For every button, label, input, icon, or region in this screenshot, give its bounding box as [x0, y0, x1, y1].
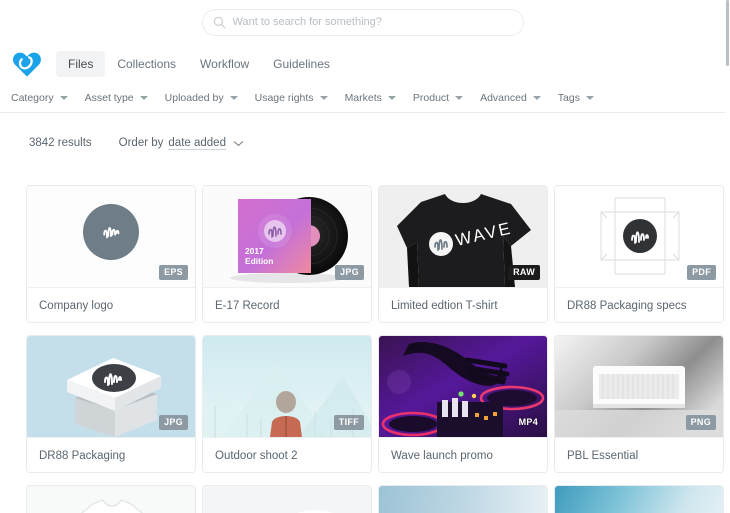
format-badge: JPG [159, 415, 188, 430]
chevron-down-icon [139, 95, 148, 100]
filter-label: Advanced [480, 91, 527, 104]
filter-category[interactable]: Category [11, 92, 68, 104]
filter-label: Asset type [84, 91, 134, 104]
teal-texture-art [555, 486, 723, 513]
waveform-mark-icon [103, 227, 120, 239]
filter-label: Markets [344, 91, 382, 104]
asset-title: Limited edtion T-shirt [379, 287, 547, 322]
search-row [0, 0, 725, 44]
chevron-down-icon [319, 95, 328, 100]
tab-files[interactable]: Files [56, 51, 106, 77]
format-badge: TIFF [333, 415, 364, 430]
asset-title: PBL Essential [555, 437, 723, 472]
asset-title: E-17 Record [203, 287, 371, 322]
asset-thumbnail: MP4 [379, 336, 547, 437]
search-icon [213, 16, 225, 28]
scrollbar-thumb[interactable] [726, 0, 729, 66]
format-badge: RAW [508, 265, 540, 280]
format-badge: MP4 [518, 417, 538, 427]
light-grey-illustration [203, 486, 371, 513]
svg-text:Edition: Edition [245, 256, 273, 266]
asset-card[interactable]: JPG DR88 Packaging [26, 335, 196, 473]
results-bar: 3842 results Order by date added [0, 113, 725, 173]
filter-product[interactable]: Product [412, 91, 464, 104]
asset-title: DR88 Packaging [27, 437, 195, 472]
asset-card[interactable]: WAVE RAW Limited edtion T-shirt [378, 185, 548, 323]
chevron-down-icon [585, 95, 594, 100]
tab-guidelines[interactable]: Guidelines [261, 51, 342, 77]
format-badge: PDF [687, 265, 716, 280]
asset-title: Outdoor shoot 2 [203, 437, 371, 472]
search-input[interactable] [232, 16, 513, 28]
asset-grid: EPS Company logo 2017 Edition JPG E-17 R… [0, 173, 725, 513]
format-badge: PNG [685, 415, 716, 430]
filter-label: Product [412, 91, 450, 104]
asset-title: Wave launch promo [379, 437, 547, 472]
heart-swoosh-logo-icon[interactable] [11, 48, 43, 80]
primary-nav: Files Collections Workflow Guidelines [0, 44, 725, 84]
filter-markets[interactable]: Markets [345, 92, 396, 104]
asset-thumbnail: 2017 Edition JPG [203, 186, 371, 287]
app-root: Files Collections Workflow Guidelines Ca… [0, 0, 730, 513]
asset-thumbnail [203, 486, 371, 513]
asset-title: DR88 Packaging specs [555, 287, 723, 322]
filter-label: Uploaded by [164, 91, 224, 104]
results-count: 3842 results [29, 137, 92, 149]
filter-advanced[interactable]: Advanced [480, 92, 541, 104]
filter-asset-type[interactable]: Asset type [85, 92, 148, 104]
asset-thumbnail: PDF [555, 186, 723, 287]
asset-title: Company logo [27, 287, 195, 322]
asset-card[interactable]: MP4 Wave launch promo [378, 335, 548, 473]
tshirt-outline-illustration [81, 499, 143, 513]
filter-label: Tags [557, 91, 580, 104]
chevron-down-icon [532, 95, 541, 100]
asset-thumbnail: JPG [27, 336, 195, 437]
search-box[interactable] [201, 8, 524, 36]
filter-label: Usage rights [254, 91, 314, 104]
order-by-label: Order by [118, 137, 164, 149]
asset-thumbnail: TIFF [203, 336, 371, 437]
order-by-value: date added [168, 136, 226, 150]
tab-collections[interactable]: Collections [105, 51, 188, 77]
chevron-down-icon [229, 95, 238, 100]
format-badge: EPS [159, 265, 188, 280]
chevron-down-icon [59, 95, 68, 100]
asset-card[interactable]: PNG PBL Essential [554, 335, 724, 473]
order-by-control[interactable]: Order by date added [119, 137, 244, 150]
chevron-down-icon [387, 95, 396, 100]
asset-thumbnail [555, 486, 723, 513]
nav-tabs: Files Collections Workflow Guidelines [56, 51, 342, 77]
asset-thumbnail: WAVE RAW [379, 186, 547, 287]
asset-card[interactable] [202, 485, 372, 513]
asset-card[interactable] [378, 485, 548, 513]
tshirt-outline-art [27, 486, 195, 513]
asset-card[interactable] [554, 485, 724, 513]
asset-thumbnail [27, 486, 195, 513]
app-header: Files Collections Workflow Guidelines Ca… [0, 0, 725, 113]
asset-card[interactable]: PDF DR88 Packaging specs [554, 185, 724, 323]
tab-workflow[interactable]: Workflow [188, 51, 261, 77]
blue-gradient-art [379, 486, 547, 513]
asset-card[interactable]: TIFF Outdoor shoot 2 [202, 335, 372, 473]
filter-label: Category [11, 91, 54, 104]
format-badge: JPG [335, 265, 364, 280]
asset-card[interactable] [26, 485, 196, 513]
filter-uploaded-by[interactable]: Uploaded by [165, 92, 238, 104]
chevron-down-icon [233, 140, 244, 146]
chevron-down-icon [455, 95, 464, 100]
asset-card[interactable]: 2017 Edition JPG E-17 Record [202, 185, 372, 323]
filter-usage-rights[interactable]: Usage rights [255, 92, 328, 104]
asset-thumbnail: EPS [27, 186, 195, 287]
light-grey-product-art [203, 486, 371, 513]
filter-tags[interactable]: Tags [558, 92, 594, 104]
asset-card[interactable]: EPS Company logo [26, 185, 196, 323]
page-scrollbar[interactable] [725, 0, 730, 513]
filter-bar: Category Asset type Uploaded by Usage ri… [0, 84, 725, 111]
asset-thumbnail: PNG [555, 336, 723, 437]
svg-text:2017: 2017 [245, 246, 264, 256]
asset-thumbnail [379, 486, 547, 513]
